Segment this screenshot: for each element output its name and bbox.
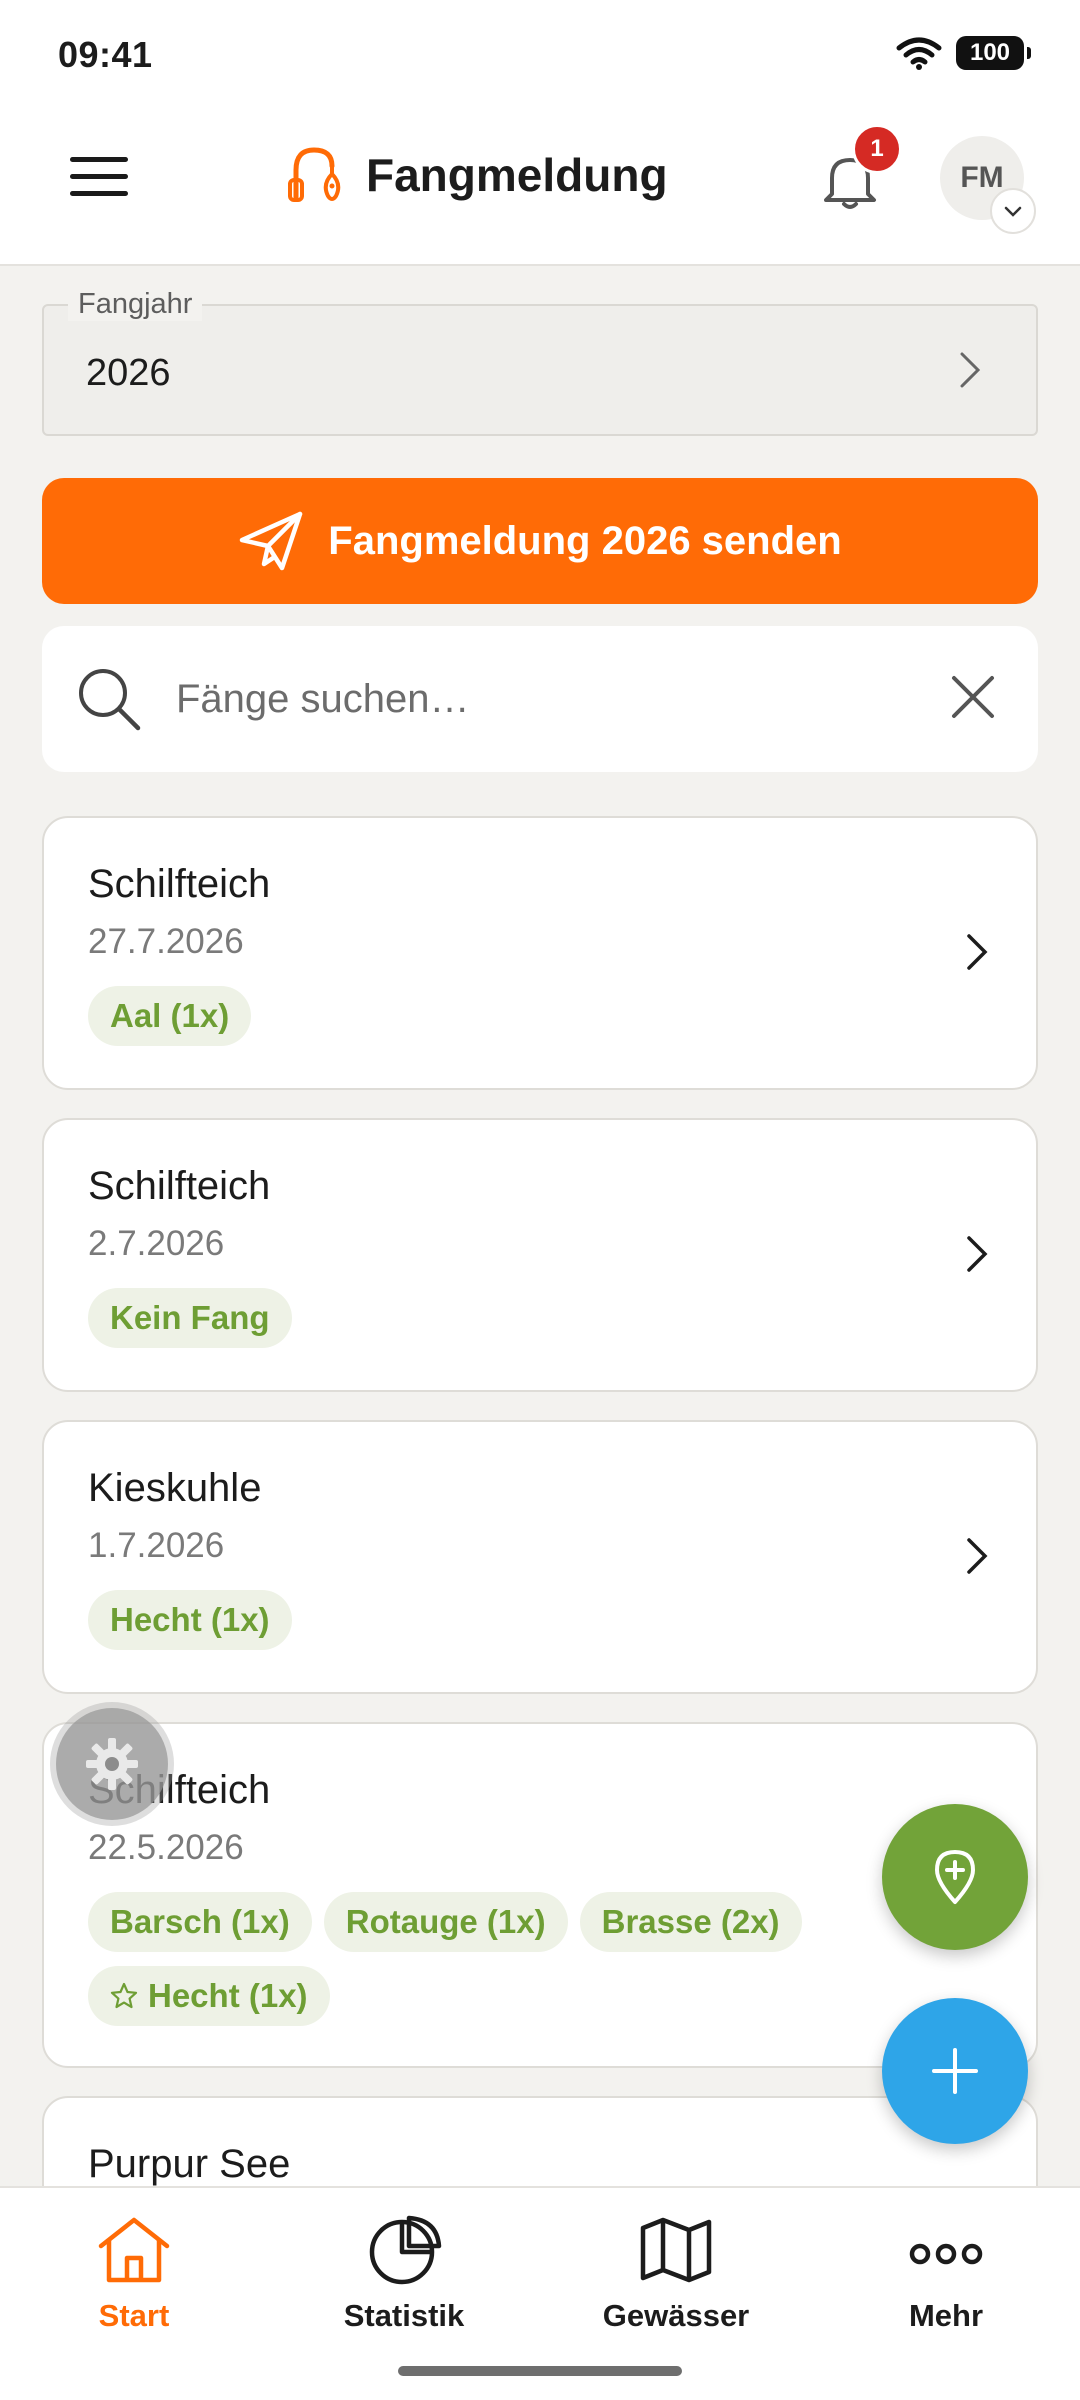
- more-icon: [909, 2243, 983, 2265]
- nav-mehr[interactable]: Mehr: [846, 2214, 1046, 2334]
- hamburger-line: [70, 156, 128, 162]
- send-report-button[interactable]: Fangmeldung 2026 senden: [42, 478, 1038, 604]
- status-bar: 09:41 100: [0, 0, 1080, 110]
- year-value: 2026: [86, 352, 171, 394]
- nav-start[interactable]: Start: [34, 2214, 234, 2334]
- status-icons: 100: [896, 36, 1031, 70]
- home-indicator: [398, 2366, 682, 2376]
- nav-gewaesser[interactable]: Gewässer: [576, 2214, 776, 2334]
- menu-button[interactable]: [70, 146, 130, 206]
- catch-tags: Kein Fang: [88, 1288, 848, 1348]
- send-button-label: Fangmeldung 2026 senden: [328, 518, 842, 563]
- chevron-right-icon: [967, 1236, 988, 1272]
- home-icon: [98, 2217, 170, 2283]
- plus-icon: [932, 2048, 978, 2094]
- fish-tag: Barsch (1x): [88, 1892, 312, 1952]
- angler-hook-icon: [288, 147, 341, 202]
- nav-label: Start: [98, 2298, 170, 2333]
- nav-label: Mehr: [908, 2298, 984, 2333]
- chevron-right-icon: [967, 934, 988, 970]
- hamburger-line: [70, 173, 128, 179]
- map-icon: [640, 2217, 712, 2283]
- year-label: Fangjahr: [68, 288, 203, 321]
- fish-tag-label: Hecht (1x): [148, 1977, 308, 2014]
- add-catch-button[interactable]: [882, 1998, 1028, 2144]
- year-selector[interactable]: Fangjahr 2026: [42, 288, 1038, 436]
- catch-date: 1.7.2026: [88, 1526, 225, 1565]
- add-location-button[interactable]: [882, 1804, 1028, 1950]
- avatar-dropdown[interactable]: [990, 188, 1036, 234]
- star-icon: [110, 1982, 138, 2009]
- catch-tags: Hecht (1x): [88, 1590, 848, 1650]
- wifi-icon: [896, 37, 942, 70]
- catch-water: Schilfteich: [88, 862, 271, 906]
- settings-floating-inner: [56, 1708, 168, 1820]
- chevron-right-icon: [967, 1538, 988, 1574]
- status-time: 09:41: [58, 34, 153, 75]
- catch-date: 27.7.2026: [88, 922, 244, 961]
- fish-tag-starred: Hecht (1x): [88, 1966, 330, 2026]
- fish-tag: Hecht (1x): [88, 1590, 292, 1650]
- catch-water: Schilfteich: [88, 1164, 271, 1208]
- catch-card[interactable]: Schilfteich 2.7.2026 Kein Fang: [42, 1118, 1038, 1392]
- map-pin-plus-icon: [935, 1850, 975, 1904]
- fish-tag: Rotauge (1x): [323, 1892, 568, 1952]
- chevron-right-icon: [960, 352, 981, 388]
- catch-tags: Aal (1x): [88, 986, 848, 1046]
- app-header: Fangmeldung 1 FM: [0, 110, 1080, 266]
- no-catch-tag: Kein Fang: [88, 1288, 292, 1348]
- nav-label: Gewässer: [602, 2298, 750, 2333]
- fish-tag: Aal (1x): [88, 986, 252, 1046]
- paper-plane-icon: [240, 511, 303, 571]
- page-title: Fangmeldung: [366, 149, 668, 201]
- clear-search-icon[interactable]: [950, 674, 996, 720]
- header-title-group: Fangmeldung: [288, 144, 668, 206]
- catch-tags: Barsch (1x) Rotauge (1x) Brasse (2x) Hec…: [88, 1892, 848, 2026]
- nav-label: Statistik: [343, 2298, 465, 2333]
- chevron-down-icon: [1004, 206, 1022, 217]
- search-box: [42, 626, 1038, 772]
- catch-date: 22.5.2026: [88, 1828, 244, 1867]
- hamburger-line: [70, 190, 128, 196]
- search-input[interactable]: [176, 664, 876, 734]
- catch-water: Kieskuhle: [88, 1466, 262, 1510]
- catch-date: 2.7.2026: [88, 1224, 225, 1263]
- gear-icon: [86, 1738, 138, 1790]
- catch-card[interactable]: Schilfteich 27.7.2026 Aal (1x): [42, 816, 1038, 1090]
- pie-chart-icon: [369, 2215, 442, 2285]
- settings-floating-button[interactable]: [50, 1702, 174, 1826]
- notification-badge: 1: [852, 124, 902, 174]
- nav-statistik[interactable]: Statistik: [304, 2214, 504, 2334]
- battery-indicator: 100: [956, 36, 1031, 70]
- catch-water: Purpur See: [88, 2142, 291, 2186]
- catch-card[interactable]: Kieskuhle 1.7.2026 Hecht (1x): [42, 1420, 1038, 1694]
- search-icon: [79, 669, 141, 731]
- fish-tag: Brasse (2x): [579, 1892, 802, 1952]
